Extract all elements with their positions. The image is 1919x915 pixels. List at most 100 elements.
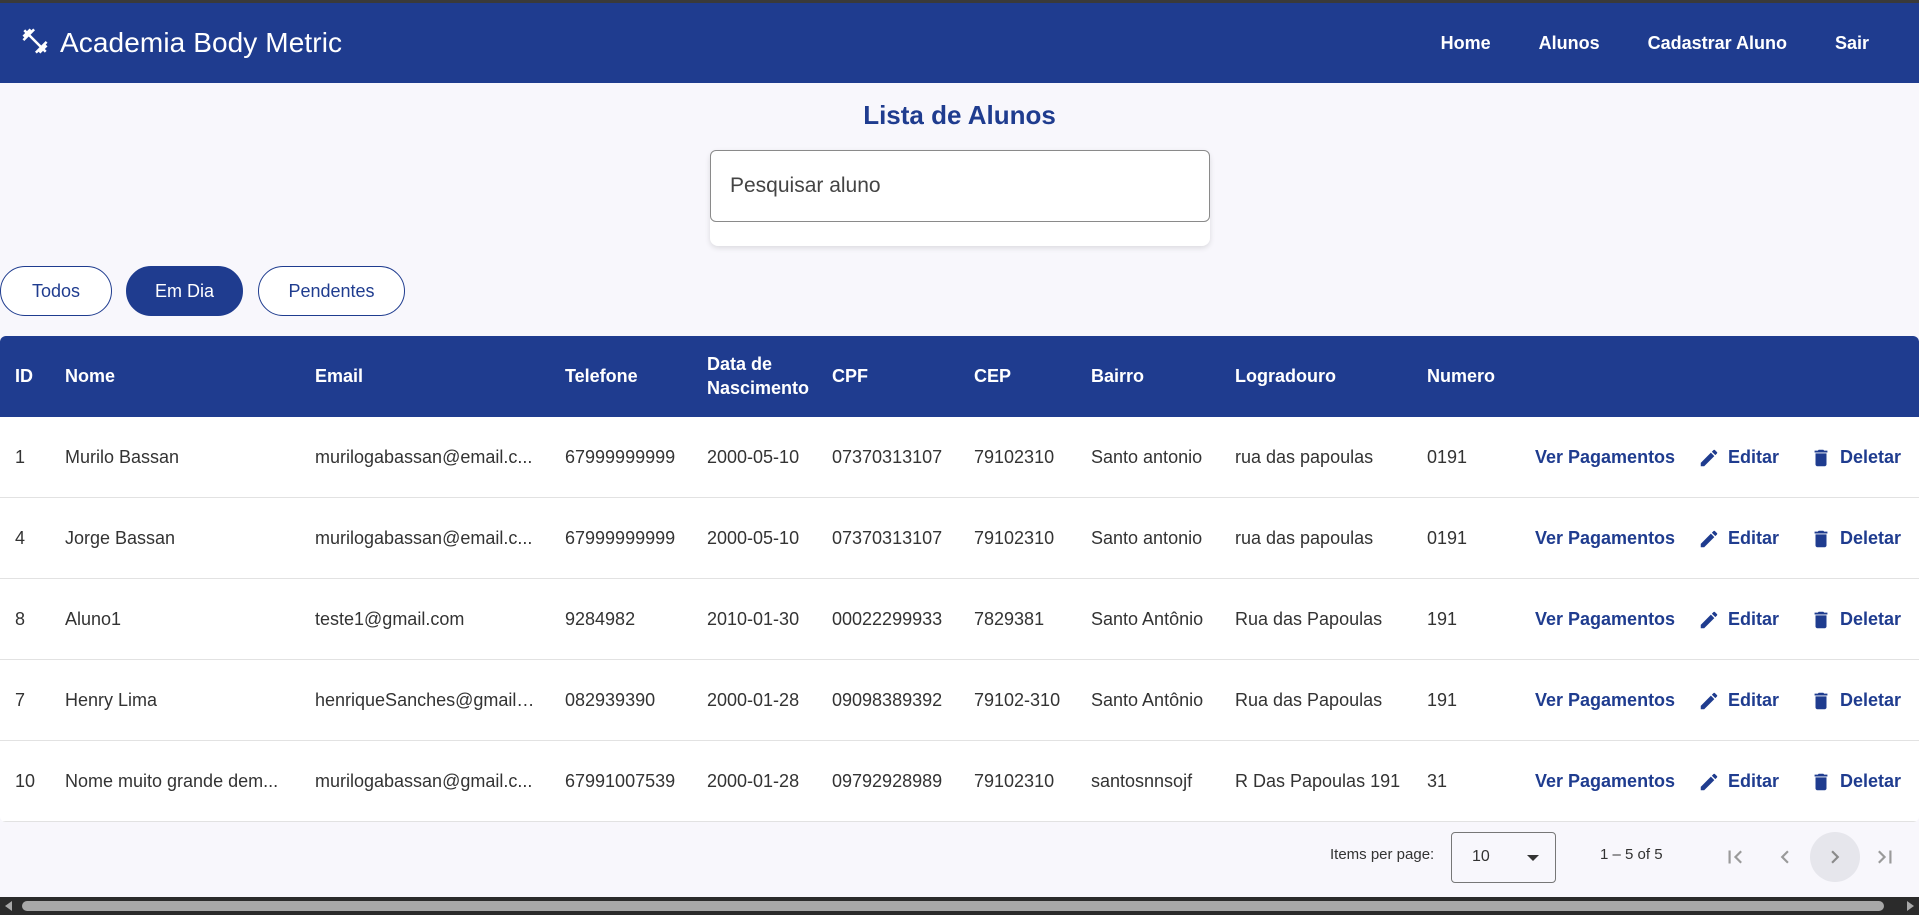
edit-icon <box>1700 530 1718 547</box>
page-range-label: 1 – 5 of 5 <box>1600 846 1663 863</box>
edit-button[interactable]: Editar <box>1698 741 1779 822</box>
cell-cep: 7829381 <box>974 609 1045 629</box>
header-bairro[interactable]: Bairro <box>1091 336 1144 417</box>
first-page-button[interactable] <box>1710 832 1760 882</box>
horizontal-scrollbar[interactable] <box>0 897 1919 915</box>
edit-label: Editar <box>1728 771 1780 791</box>
cell-nascimento: 2000-05-10 <box>707 528 800 548</box>
filter-pendentes-button[interactable]: Pendentes <box>258 266 405 316</box>
chevron-right-icon <box>1831 850 1840 864</box>
ver-pagamentos-label: Ver Pagamentos <box>1535 609 1676 629</box>
cell-cpf: 00022299933 <box>832 609 943 629</box>
table-row: 8 Aluno1 teste1@gmail.com 9284982 2010-01-30… <box>0 579 1919 660</box>
ver-pagamentos-button[interactable]: Ver Pagamentos <box>1535 660 1675 741</box>
delete-button[interactable]: Deletar <box>1810 417 1901 498</box>
header-data-nascimento[interactable]: Data de Nascimento <box>707 336 809 417</box>
header-nome[interactable]: Nome <box>65 336 115 417</box>
first-page-icon <box>1728 850 1742 864</box>
cell-cpf: 09098389392 <box>832 690 943 710</box>
cell-nascimento: 2000-05-10 <box>707 447 800 467</box>
edit-button[interactable]: Editar <box>1698 579 1779 660</box>
edit-button[interactable]: Editar <box>1698 660 1779 741</box>
page-size-value: 10 <box>1472 848 1490 865</box>
delete-label: Deletar <box>1840 528 1902 548</box>
header-id[interactable]: ID <box>15 336 33 417</box>
cell-nascimento: 2000-01-28 <box>707 690 800 710</box>
top-toolbar: Academia Body Metric Home Alunos Cadastr… <box>0 3 1919 83</box>
last-page-icon <box>1878 850 1892 864</box>
cell-bairro: Santo Antônio <box>1091 690 1204 710</box>
search-input[interactable] <box>710 150 1210 222</box>
cell-logradouro: rua das papoulas <box>1235 447 1374 467</box>
ver-pagamentos-button[interactable]: Ver Pagamentos <box>1535 417 1675 498</box>
chevron-left-icon <box>1780 850 1789 864</box>
brand[interactable]: Academia Body Metric <box>20 26 342 61</box>
cell-numero: 31 <box>1427 771 1448 791</box>
cell-cpf: 07370313107 <box>832 528 943 548</box>
cell-numero: 191 <box>1427 690 1458 710</box>
ver-pagamentos-label: Ver Pagamentos <box>1535 771 1676 791</box>
scroll-left-icon[interactable] <box>5 901 12 911</box>
nav-home-link[interactable]: Home <box>1417 33 1515 54</box>
ver-pagamentos-button[interactable]: Ver Pagamentos <box>1535 741 1675 822</box>
edit-icon <box>1700 449 1718 466</box>
page-size-select[interactable]: 10 <box>1451 832 1556 883</box>
cell-nome: Nome muito grande dem... <box>65 771 279 791</box>
delete-button[interactable]: Deletar <box>1810 741 1901 822</box>
cell-logradouro: Rua das Papoulas <box>1235 609 1383 629</box>
table-header-row: ID Nome Email Telefone Data de Nasciment… <box>0 336 1919 417</box>
delete-button[interactable]: Deletar <box>1810 498 1901 579</box>
cell-numero: 191 <box>1427 609 1458 629</box>
ver-pagamentos-button[interactable]: Ver Pagamentos <box>1535 498 1675 579</box>
cell-email: teste1@gmail.com <box>315 609 465 629</box>
page-title: Lista de Alunos <box>863 100 1056 130</box>
header-email[interactable]: Email <box>315 336 363 417</box>
app-title: Academia Body Metric <box>60 27 343 58</box>
header-cep[interactable]: CEP <box>974 336 1011 417</box>
students-table: ID Nome Email Telefone Data de Nasciment… <box>0 336 1919 822</box>
next-page-button[interactable] <box>1810 832 1860 882</box>
filter-em-dia-button[interactable]: Em Dia <box>126 266 243 316</box>
cell-logradouro: Rua das Papoulas <box>1235 690 1383 710</box>
table-row: 4 Jorge Bassan murilogabassan@email.c... 67… <box>0 498 1919 579</box>
edit-icon <box>1700 692 1718 709</box>
delete-label: Deletar <box>1840 609 1902 629</box>
cell-telefone: 082939390 <box>565 690 656 710</box>
edit-button[interactable]: Editar <box>1698 417 1779 498</box>
delete-button[interactable]: Deletar <box>1810 579 1901 660</box>
scrollbar-thumb[interactable] <box>22 901 1884 911</box>
trash-icon <box>1814 611 1828 628</box>
cell-id: 4 <box>15 528 26 548</box>
ver-pagamentos-label: Ver Pagamentos <box>1535 447 1676 467</box>
last-page-button[interactable] <box>1860 832 1910 882</box>
edit-button[interactable]: Editar <box>1698 498 1779 579</box>
previous-page-button[interactable] <box>1760 832 1810 882</box>
edit-label: Editar <box>1728 690 1780 710</box>
cell-email: murilogabassan@email.c... <box>315 447 533 467</box>
trash-icon <box>1814 449 1828 466</box>
cell-id: 1 <box>15 447 26 467</box>
delete-button[interactable]: Deletar <box>1810 660 1901 741</box>
trash-icon <box>1814 530 1828 547</box>
header-cpf[interactable]: CPF <box>832 336 868 417</box>
cell-id: 7 <box>15 690 26 710</box>
cell-cep: 79102310 <box>974 528 1055 548</box>
cell-cep: 79102310 <box>974 447 1055 467</box>
nav-cadastrar-aluno-link[interactable]: Cadastrar Aluno <box>1624 33 1811 54</box>
table-row: 10 Nome muito grande dem... murilogabassan… <box>0 741 1919 822</box>
ver-pagamentos-button[interactable]: Ver Pagamentos <box>1535 579 1675 660</box>
nav-sair-link[interactable]: Sair <box>1811 33 1893 54</box>
filter-todos-button[interactable]: Todos <box>0 266 112 316</box>
header-numero[interactable]: Numero <box>1427 336 1495 417</box>
cell-bairro: santosnnsojf <box>1091 771 1193 791</box>
edit-label: Editar <box>1728 447 1780 467</box>
nav-alunos-link[interactable]: Alunos <box>1515 33 1624 54</box>
header-telefone[interactable]: Telefone <box>565 336 638 417</box>
cell-id: 8 <box>15 609 26 629</box>
edit-label: Editar <box>1728 528 1780 548</box>
cell-nascimento: 2000-01-28 <box>707 771 800 791</box>
cell-email: henriqueSanches@gmail.... <box>315 690 535 710</box>
header-logradouro[interactable]: Logradouro <box>1235 336 1336 417</box>
scroll-right-icon[interactable] <box>1907 901 1914 911</box>
cell-cpf: 07370313107 <box>832 447 943 467</box>
